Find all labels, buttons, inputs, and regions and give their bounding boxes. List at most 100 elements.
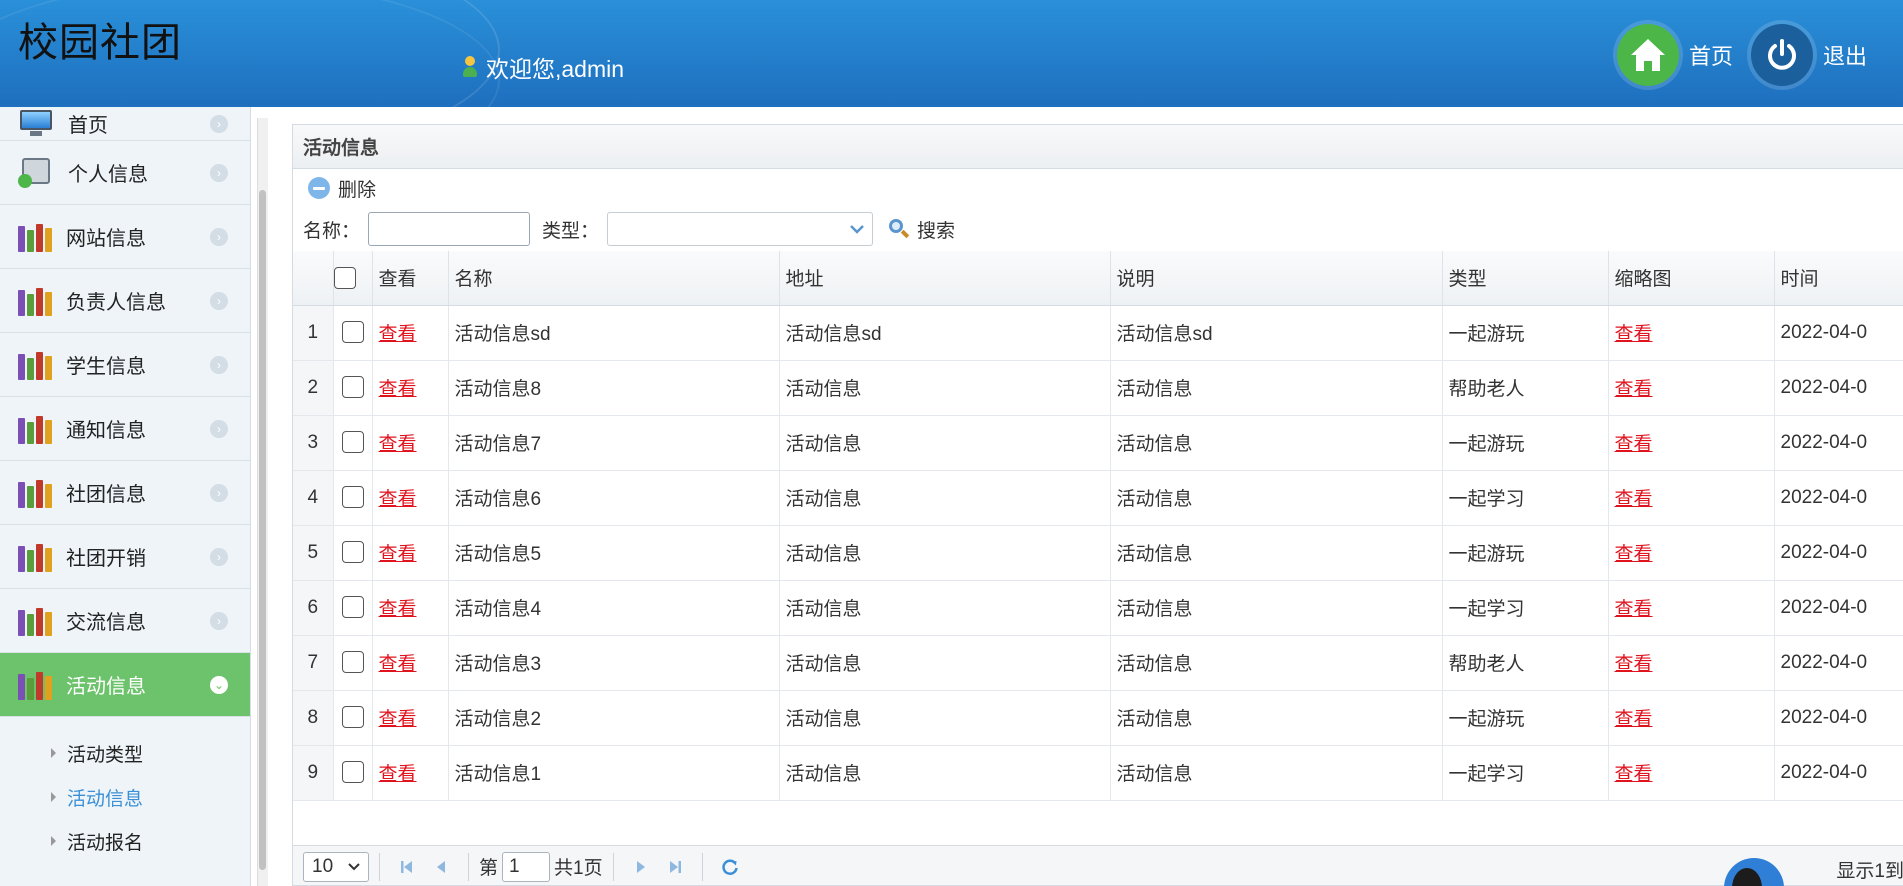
sidebar-subitem-activity-type[interactable]: 活动类型 <box>0 731 250 775</box>
delete-button[interactable]: 删除 <box>308 175 376 202</box>
thumbnail-link[interactable]: 查看 <box>1615 489 1653 510</box>
toolbar: 删除 <box>293 169 1903 207</box>
first-page-button[interactable] <box>390 852 424 882</box>
name-cell: 活动信息5 <box>448 525 780 581</box>
address-cell: 活动信息 <box>779 745 1111 801</box>
column-header-view[interactable]: 查看 <box>372 251 449 306</box>
time-cell: 2022-04-0 <box>1774 525 1903 581</box>
chevron-right-icon: › <box>210 419 228 438</box>
column-header-description[interactable]: 说明 <box>1110 251 1443 306</box>
view-cell: 查看 <box>372 415 449 471</box>
row-number: 1 <box>293 305 334 361</box>
name-cell: 活动信息4 <box>448 580 780 636</box>
row-checkbox[interactable] <box>341 321 364 344</box>
description-cell: 活动信息 <box>1110 635 1443 691</box>
sidebar-item-profile[interactable]: 个人信息 › <box>0 141 250 205</box>
view-link[interactable]: 查看 <box>379 599 417 620</box>
power-icon <box>1751 24 1813 86</box>
table-row[interactable]: 7 查看 活动信息3 活动信息 活动信息 帮助老人 查看 2022-04-0 <box>293 635 1903 691</box>
table-row[interactable]: 5 查看 活动信息5 活动信息 活动信息 一起游玩 查看 2022-04-0 <box>293 525 1903 581</box>
view-link[interactable]: 查看 <box>379 379 417 400</box>
row-number: 7 <box>293 635 334 691</box>
row-checkbox-cell <box>333 470 373 526</box>
chevron-right-icon: › <box>210 163 228 182</box>
column-header-name[interactable]: 名称 <box>448 251 780 306</box>
chevron-right-icon: › <box>210 547 228 566</box>
sidebar-item-label: 交流信息 <box>66 612 146 634</box>
view-link[interactable]: 查看 <box>379 654 417 675</box>
sidebar-item-exchange[interactable]: 交流信息 › <box>0 589 250 653</box>
thumbnail-link[interactable]: 查看 <box>1615 764 1653 785</box>
column-header-address[interactable]: 地址 <box>779 251 1111 306</box>
page-size-value: 10 <box>312 855 334 877</box>
time-cell: 2022-04-0 <box>1774 305 1903 361</box>
pager-divider <box>612 852 614 881</box>
sidebar-item-site-info[interactable]: 网站信息 › <box>0 205 250 269</box>
sidebar-subitem-activity-signup[interactable]: 活动报名 <box>0 819 250 863</box>
column-header-time[interactable]: 时间 <box>1774 251 1903 306</box>
row-checkbox[interactable] <box>341 541 364 564</box>
home-icon <box>1617 24 1679 86</box>
type-select[interactable] <box>607 212 874 246</box>
books-icon <box>18 222 52 252</box>
table-row[interactable]: 6 查看 活动信息4 活动信息 活动信息 一起学习 查看 2022-04-0 <box>293 580 1903 636</box>
thumbnail-link[interactable]: 查看 <box>1615 324 1653 345</box>
page-number-input[interactable]: 1 <box>502 851 551 882</box>
activity-table: 查看 名称 地址 说明 类型 缩略图 时间 1 查看 活动信息sd 活动信息sd… <box>293 251 1903 801</box>
refresh-button[interactable] <box>713 852 747 882</box>
sidebar-item-activities[interactable]: 活动信息 ⌄ <box>0 653 250 717</box>
sidebar-item-home[interactable]: 首页 › <box>0 107 250 141</box>
home-button[interactable]: 首页 <box>1617 24 1733 86</box>
row-checkbox[interactable] <box>341 431 364 454</box>
view-link[interactable]: 查看 <box>379 544 417 565</box>
thumbnail-link[interactable]: 查看 <box>1615 379 1653 400</box>
table-row[interactable]: 1 查看 活动信息sd 活动信息sd 活动信息sd 一起游玩 查看 2022-0… <box>293 305 1903 361</box>
thumbnail-link[interactable]: 查看 <box>1615 709 1653 730</box>
next-page-button[interactable] <box>624 852 658 882</box>
prev-page-icon <box>437 860 445 873</box>
sidebar-subitem-activity-info[interactable]: 活动信息 <box>0 775 250 819</box>
logout-button[interactable]: 退出 <box>1751 24 1867 86</box>
sidebar-scrollbar-thumb[interactable] <box>259 190 266 870</box>
row-checkbox[interactable] <box>341 596 364 619</box>
thumbnail-link[interactable]: 查看 <box>1615 434 1653 455</box>
row-checkbox[interactable] <box>341 706 364 729</box>
row-checkbox[interactable] <box>341 486 364 509</box>
thumbnail-link[interactable]: 查看 <box>1615 599 1653 620</box>
row-checkbox[interactable] <box>341 376 364 399</box>
view-link[interactable]: 查看 <box>379 709 417 730</box>
table-row[interactable]: 9 查看 活动信息1 活动信息 活动信息 一起学习 查看 2022-04-0 <box>293 745 1903 801</box>
name-cell: 活动信息8 <box>448 360 780 416</box>
thumbnail-cell: 查看 <box>1608 305 1775 361</box>
page-size-select[interactable]: 10 <box>303 851 369 882</box>
search-button[interactable]: 搜索 <box>889 216 955 243</box>
table-row[interactable]: 2 查看 活动信息8 活动信息 活动信息 帮助老人 查看 2022-04-0 <box>293 360 1903 416</box>
view-link[interactable]: 查看 <box>379 324 417 345</box>
column-header-type[interactable]: 类型 <box>1442 251 1609 306</box>
sidebar-item-clubs[interactable]: 社团信息 › <box>0 461 250 525</box>
table-row[interactable]: 4 查看 活动信息6 活动信息 活动信息 一起学习 查看 2022-04-0 <box>293 470 1903 526</box>
sidebar-item-notices[interactable]: 通知信息 › <box>0 397 250 461</box>
thumbnail-link[interactable]: 查看 <box>1615 654 1653 675</box>
name-input[interactable] <box>368 212 531 246</box>
select-all-checkbox[interactable] <box>333 266 356 289</box>
sidebar-item-manager[interactable]: 负责人信息 › <box>0 269 250 333</box>
description-cell: 活动信息 <box>1110 745 1443 801</box>
view-link[interactable]: 查看 <box>379 434 417 455</box>
last-page-button[interactable] <box>658 852 692 882</box>
sidebar-item-expenses[interactable]: 社团开销 › <box>0 525 250 589</box>
prev-page-button[interactable] <box>424 852 458 882</box>
sidebar-item-students[interactable]: 学生信息 › <box>0 333 250 397</box>
view-link[interactable]: 查看 <box>379 764 417 785</box>
view-link[interactable]: 查看 <box>379 489 417 510</box>
description-cell: 活动信息 <box>1110 360 1443 416</box>
time-cell: 2022-04-0 <box>1774 470 1903 526</box>
row-checkbox[interactable] <box>341 761 364 784</box>
description-cell: 活动信息 <box>1110 415 1443 471</box>
row-checkbox[interactable] <box>341 651 364 674</box>
books-icon <box>18 670 52 700</box>
table-row[interactable]: 3 查看 活动信息7 活动信息 活动信息 一起游玩 查看 2022-04-0 <box>293 415 1903 471</box>
column-header-thumbnail[interactable]: 缩略图 <box>1608 251 1775 306</box>
thumbnail-link[interactable]: 查看 <box>1615 544 1653 565</box>
table-row[interactable]: 8 查看 活动信息2 活动信息 活动信息 一起游玩 查看 2022-04-0 <box>293 690 1903 746</box>
